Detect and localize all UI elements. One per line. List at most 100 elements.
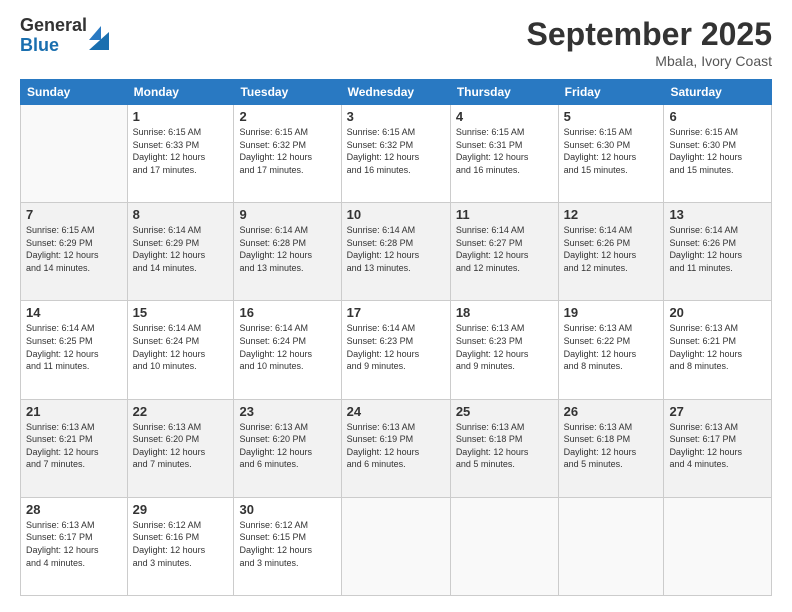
- day-number: 11: [456, 207, 553, 222]
- calendar-cell: 28 Sunrise: 6:13 AM Sunset: 6:17 PM Dayli…: [21, 497, 128, 595]
- cell-info: Sunrise: 6:14 AM Sunset: 6:29 PM Dayligh…: [133, 224, 229, 274]
- calendar-week-1: 1 Sunrise: 6:15 AM Sunset: 6:33 PM Daylig…: [21, 105, 772, 203]
- cell-info: Sunrise: 6:13 AM Sunset: 6:20 PM Dayligh…: [133, 421, 229, 471]
- logo-blue: Blue: [20, 36, 87, 56]
- col-tuesday: Tuesday: [234, 80, 341, 105]
- calendar-week-4: 21 Sunrise: 6:13 AM Sunset: 6:21 PM Dayli…: [21, 399, 772, 497]
- cell-info: Sunrise: 6:13 AM Sunset: 6:19 PM Dayligh…: [347, 421, 445, 471]
- calendar-cell: 22 Sunrise: 6:13 AM Sunset: 6:20 PM Dayli…: [127, 399, 234, 497]
- day-number: 28: [26, 502, 122, 517]
- col-thursday: Thursday: [450, 80, 558, 105]
- day-number: 3: [347, 109, 445, 124]
- calendar-cell: 9Sunrise: 6:14 AM Sunset: 6:28 PM Daylig…: [234, 203, 341, 301]
- calendar-cell: 16 Sunrise: 6:14 AM Sunset: 6:24 PM Dayli…: [234, 301, 341, 399]
- cell-info: Sunrise: 6:14 AM Sunset: 6:24 PM Dayligh…: [133, 322, 229, 372]
- cell-info: Sunrise: 6:15 AM Sunset: 6:33 PM Dayligh…: [133, 126, 229, 176]
- calendar-cell: 25Sunrise: 6:13 AM Sunset: 6:18 PM Dayli…: [450, 399, 558, 497]
- calendar-cell: 4Sunrise: 6:15 AM Sunset: 6:31 PM Daylig…: [450, 105, 558, 203]
- calendar-cell: [558, 497, 664, 595]
- calendar-cell: 13Sunrise: 6:14 AM Sunset: 6:26 PM Dayli…: [664, 203, 772, 301]
- logo-general: General: [20, 16, 87, 36]
- cell-info: Sunrise: 6:13 AM Sunset: 6:18 PM Dayligh…: [456, 421, 553, 471]
- col-monday: Monday: [127, 80, 234, 105]
- day-number: 21: [26, 404, 122, 419]
- logo-icon: [89, 22, 109, 50]
- day-number: 20: [669, 305, 766, 320]
- calendar-cell: 5 Sunrise: 6:15 AM Sunset: 6:30 PM Daylig…: [558, 105, 664, 203]
- day-number: 5: [564, 109, 659, 124]
- location: Mbala, Ivory Coast: [527, 53, 772, 69]
- day-number: 17: [347, 305, 445, 320]
- day-number: 8: [133, 207, 229, 222]
- calendar-cell: [664, 497, 772, 595]
- cell-info: Sunrise: 6:15 AM Sunset: 6:30 PM Dayligh…: [564, 126, 659, 176]
- col-friday: Friday: [558, 80, 664, 105]
- calendar-cell: 30Sunrise: 6:12 AM Sunset: 6:15 PM Dayli…: [234, 497, 341, 595]
- calendar-cell: 21 Sunrise: 6:13 AM Sunset: 6:21 PM Dayli…: [21, 399, 128, 497]
- calendar-cell: [21, 105, 128, 203]
- cell-info: Sunrise: 6:13 AM Sunset: 6:17 PM Dayligh…: [26, 519, 122, 569]
- header-row: Sunday Monday Tuesday Wednesday Thursday…: [21, 80, 772, 105]
- cell-info: Sunrise: 6:14 AM Sunset: 6:23 PM Dayligh…: [347, 322, 445, 372]
- title-area: September 2025 Mbala, Ivory Coast: [527, 16, 772, 69]
- calendar-cell: 24 Sunrise: 6:13 AM Sunset: 6:19 PM Dayli…: [341, 399, 450, 497]
- cell-info: Sunrise: 6:15 AM Sunset: 6:30 PM Dayligh…: [669, 126, 766, 176]
- cell-info: Sunrise: 6:13 AM Sunset: 6:18 PM Dayligh…: [564, 421, 659, 471]
- day-number: 7: [26, 207, 122, 222]
- calendar-cell: 2 Sunrise: 6:15 AM Sunset: 6:32 PM Daylig…: [234, 105, 341, 203]
- cell-info: Sunrise: 6:13 AM Sunset: 6:21 PM Dayligh…: [669, 322, 766, 372]
- col-wednesday: Wednesday: [341, 80, 450, 105]
- day-number: 4: [456, 109, 553, 124]
- day-number: 9: [239, 207, 335, 222]
- calendar-cell: 29Sunrise: 6:12 AM Sunset: 6:16 PM Dayli…: [127, 497, 234, 595]
- calendar-cell: [341, 497, 450, 595]
- cell-info: Sunrise: 6:13 AM Sunset: 6:21 PM Dayligh…: [26, 421, 122, 471]
- calendar-cell: 6 Sunrise: 6:15 AM Sunset: 6:30 PM Daylig…: [664, 105, 772, 203]
- day-number: 10: [347, 207, 445, 222]
- day-number: 24: [347, 404, 445, 419]
- calendar-cell: 12 Sunrise: 6:14 AM Sunset: 6:26 PM Dayli…: [558, 203, 664, 301]
- day-number: 16: [239, 305, 335, 320]
- calendar-cell: 26Sunrise: 6:13 AM Sunset: 6:18 PM Dayli…: [558, 399, 664, 497]
- calendar-cell: 15 Sunrise: 6:14 AM Sunset: 6:24 PM Dayli…: [127, 301, 234, 399]
- calendar-cell: 17 Sunrise: 6:14 AM Sunset: 6:23 PM Dayli…: [341, 301, 450, 399]
- cell-info: Sunrise: 6:12 AM Sunset: 6:15 PM Dayligh…: [239, 519, 335, 569]
- cell-info: Sunrise: 6:14 AM Sunset: 6:24 PM Dayligh…: [239, 322, 335, 372]
- cell-info: Sunrise: 6:15 AM Sunset: 6:32 PM Dayligh…: [347, 126, 445, 176]
- cell-info: Sunrise: 6:15 AM Sunset: 6:32 PM Dayligh…: [239, 126, 335, 176]
- day-number: 22: [133, 404, 229, 419]
- cell-info: Sunrise: 6:14 AM Sunset: 6:27 PM Dayligh…: [456, 224, 553, 274]
- day-number: 6: [669, 109, 766, 124]
- logo: General Blue: [20, 16, 109, 56]
- day-number: 1: [133, 109, 229, 124]
- calendar-cell: 1 Sunrise: 6:15 AM Sunset: 6:33 PM Daylig…: [127, 105, 234, 203]
- calendar-cell: 23 Sunrise: 6:13 AM Sunset: 6:20 PM Dayli…: [234, 399, 341, 497]
- calendar-cell: 18Sunrise: 6:13 AM Sunset: 6:23 PM Dayli…: [450, 301, 558, 399]
- day-number: 27: [669, 404, 766, 419]
- cell-info: Sunrise: 6:13 AM Sunset: 6:20 PM Dayligh…: [239, 421, 335, 471]
- col-saturday: Saturday: [664, 80, 772, 105]
- month-title: September 2025: [527, 16, 772, 53]
- calendar-cell: 27 Sunrise: 6:13 AM Sunset: 6:17 PM Dayli…: [664, 399, 772, 497]
- calendar-cell: 11 Sunrise: 6:14 AM Sunset: 6:27 PM Dayli…: [450, 203, 558, 301]
- day-number: 18: [456, 305, 553, 320]
- cell-info: Sunrise: 6:14 AM Sunset: 6:25 PM Dayligh…: [26, 322, 122, 372]
- logo-text: General Blue: [20, 16, 87, 56]
- day-number: 13: [669, 207, 766, 222]
- cell-info: Sunrise: 6:13 AM Sunset: 6:17 PM Dayligh…: [669, 421, 766, 471]
- calendar-cell: 8 Sunrise: 6:14 AM Sunset: 6:29 PM Daylig…: [127, 203, 234, 301]
- cell-info: Sunrise: 6:14 AM Sunset: 6:26 PM Dayligh…: [564, 224, 659, 274]
- calendar-cell: 19Sunrise: 6:13 AM Sunset: 6:22 PM Dayli…: [558, 301, 664, 399]
- calendar-week-2: 7 Sunrise: 6:15 AM Sunset: 6:29 PM Daylig…: [21, 203, 772, 301]
- day-number: 2: [239, 109, 335, 124]
- cell-info: Sunrise: 6:12 AM Sunset: 6:16 PM Dayligh…: [133, 519, 229, 569]
- calendar-cell: 7 Sunrise: 6:15 AM Sunset: 6:29 PM Daylig…: [21, 203, 128, 301]
- cell-info: Sunrise: 6:14 AM Sunset: 6:28 PM Dayligh…: [347, 224, 445, 274]
- day-number: 12: [564, 207, 659, 222]
- day-number: 15: [133, 305, 229, 320]
- calendar-week-3: 14Sunrise: 6:14 AM Sunset: 6:25 PM Dayli…: [21, 301, 772, 399]
- day-number: 23: [239, 404, 335, 419]
- cell-info: Sunrise: 6:13 AM Sunset: 6:22 PM Dayligh…: [564, 322, 659, 372]
- col-sunday: Sunday: [21, 80, 128, 105]
- cell-info: Sunrise: 6:15 AM Sunset: 6:29 PM Dayligh…: [26, 224, 122, 274]
